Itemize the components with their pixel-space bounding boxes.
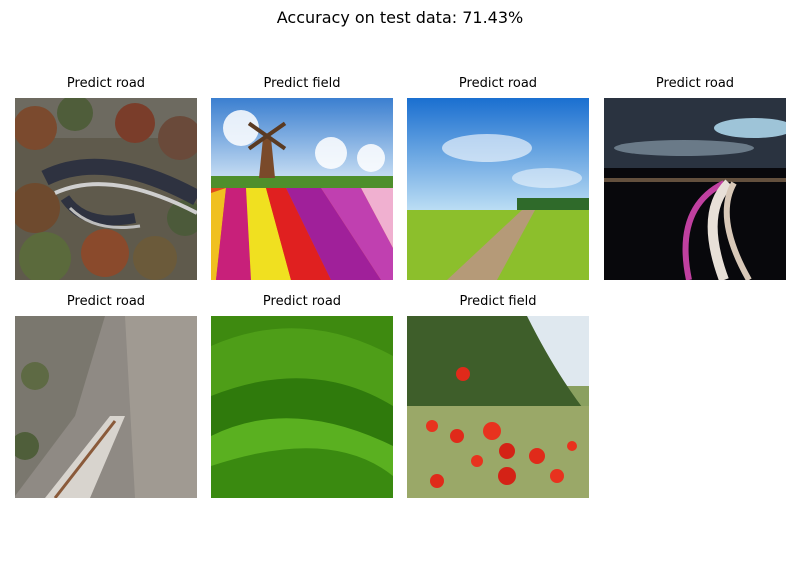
night-highway-image [604, 98, 786, 280]
poppy-field-image [407, 316, 589, 498]
panel-title: Predict road [458, 76, 538, 91]
green-hills-image [211, 316, 393, 498]
panel-title: Predict road [262, 294, 342, 309]
dirt-road-field-image [407, 98, 589, 280]
cliff-road-image [15, 316, 197, 498]
figure-title: Accuracy on test data: 71.43% [276, 8, 524, 27]
panel-title: Predict field [263, 76, 341, 91]
tulip-field-image [211, 98, 393, 280]
panel-title: Predict road [66, 294, 146, 309]
panel-title: Predict road [655, 76, 735, 91]
panel-title: Predict road [66, 76, 146, 91]
aerial-road-image [15, 98, 197, 280]
panel-title: Predict field [459, 294, 537, 309]
